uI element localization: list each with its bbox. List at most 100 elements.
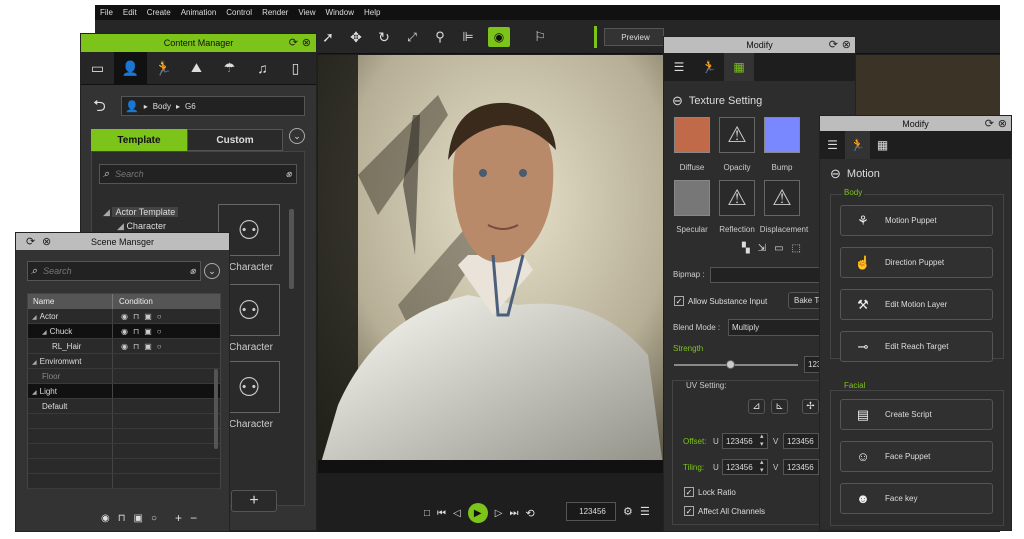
chevron-down-icon[interactable]: ⌄ (204, 263, 220, 279)
tab-template[interactable]: Template (91, 129, 187, 151)
cube-icon[interactable]: ▣ (134, 513, 143, 524)
lock-ratio-checkbox[interactable]: ✓ (684, 487, 694, 497)
back-icon[interactable]: ⮌ (93, 95, 106, 122)
breadcrumb-g6[interactable]: G6 (185, 102, 196, 111)
motion-icon[interactable]: 🏃 (147, 52, 180, 84)
scene-manager-titlebar[interactable]: ⟳ ⊗ Scene Mansger (16, 233, 229, 250)
load-icon[interactable]: ⇲ (758, 243, 766, 254)
restore-icon[interactable]: ⟳ (289, 36, 298, 49)
checker-icon[interactable]: ▦ (724, 53, 754, 81)
motion-icon[interactable]: 🏃 (845, 131, 870, 159)
play-icon[interactable]: ▶ (467, 503, 488, 523)
tree-root[interactable]: ◢ Actor Template (103, 207, 179, 218)
visibility-icon[interactable]: ◉ (488, 27, 510, 47)
affect-all-row[interactable]: ✓ Affect All Channels (684, 506, 765, 516)
texture-slot-bump[interactable] (764, 117, 800, 153)
lock-icon[interactable]: ⊓ (133, 309, 139, 323)
offset-v-input[interactable]: 123456 (783, 433, 819, 449)
motion-puppet-button[interactable]: ⚘ Motion Puppet (840, 205, 993, 236)
scene-row[interactable]: RL_Hair ◉ ⊓ ▣ ○ (28, 339, 220, 354)
blend-mode-select[interactable]: Multiply (728, 319, 828, 336)
sliders-icon[interactable]: ☰ (664, 53, 694, 81)
scene-row[interactable]: ◢ Chuck ◉ ⊓ ▣ ○ (28, 324, 220, 339)
affect-all-checkbox[interactable]: ✓ (684, 506, 694, 516)
snap-icon[interactable]: ⚲ (432, 29, 448, 45)
close-icon[interactable]: ⊗ (302, 36, 311, 49)
scene-row[interactable]: ◢ Light (28, 384, 220, 399)
remove-object-button[interactable]: − (190, 511, 197, 525)
uv-mirror-icon[interactable]: ⊾ (771, 399, 788, 414)
texture-slot-opacity[interactable]: ⚠ (719, 117, 755, 153)
visibility-icon[interactable]: ◉ (121, 309, 128, 323)
settings-icon[interactable]: ⚙ (623, 505, 633, 518)
add-object-button[interactable]: + (175, 511, 182, 525)
menu-control[interactable]: Control (226, 8, 252, 17)
cube-icon[interactable]: ▣ (144, 339, 152, 353)
visibility-icon[interactable]: ◉ (121, 339, 128, 353)
create-script-button[interactable]: ▤ Create Script (840, 399, 993, 430)
add-button[interactable]: + (231, 490, 277, 512)
menu-view[interactable]: View (298, 8, 315, 17)
cube-icon[interactable]: ▣ (144, 309, 152, 323)
folder-icon[interactable]: ▭ (81, 52, 114, 84)
eye-icon[interactable]: ◉ (101, 513, 110, 524)
cube-icon[interactable]: ▣ (144, 324, 152, 338)
restore-icon[interactable]: ⟳ (829, 38, 838, 51)
stop-icon[interactable]: □ (424, 508, 430, 519)
clear-search-icon[interactable]: ⊗ (285, 170, 292, 179)
texture-slot-specular[interactable] (674, 180, 710, 216)
book-icon[interactable]: ▯ (279, 52, 312, 84)
restore-icon[interactable]: ⟳ (985, 117, 994, 130)
prop-icon[interactable]: ☂ (213, 52, 246, 84)
menu-edit[interactable]: Edit (123, 8, 137, 17)
menu-help[interactable]: Help (364, 8, 380, 17)
menu-create[interactable]: Create (147, 8, 171, 17)
rotate-icon[interactable]: ↻ (376, 29, 392, 46)
menu-window[interactable]: Window (326, 8, 354, 17)
edit-icon[interactable]: ⬚ (792, 243, 801, 254)
face-puppet-button[interactable]: ☺ Face Puppet (840, 441, 993, 472)
lock-icon[interactable]: ⊓ (133, 324, 139, 338)
select-icon[interactable]: ➚ (320, 29, 336, 46)
motion-header[interactable]: ⊖ Motion (830, 166, 880, 182)
scene-search-input[interactable]: ⌕ Search ⊗ (27, 261, 201, 281)
sliders-icon[interactable]: ☰ (820, 131, 845, 159)
sphere-icon[interactable]: ○ (157, 339, 162, 353)
menu-animation[interactable]: Animation (181, 8, 217, 17)
menu-file[interactable]: File (100, 8, 113, 17)
music-icon[interactable]: ♫ (246, 52, 279, 84)
actor-icon[interactable]: 👤 (114, 52, 147, 84)
expand-icon[interactable]: ◢ (42, 330, 47, 336)
stage-icon[interactable]: ⛰ (180, 52, 213, 84)
allow-substance-row[interactable]: ✓ Allow Substance Input (674, 296, 767, 306)
align-icon[interactable]: ⊫ (460, 29, 476, 45)
sphere-icon[interactable]: ○ (151, 513, 157, 524)
edit-motion-layer-button[interactable]: ⚒ Edit Motion Layer (840, 289, 993, 320)
expand-icon[interactable]: ◢ (32, 390, 37, 396)
next-frame-icon[interactable]: ▷ (495, 508, 503, 519)
folder-icon[interactable]: ▭ (774, 243, 783, 254)
frame-input[interactable]: 123456 (566, 502, 616, 521)
scale-icon[interactable]: ⤢ (404, 30, 420, 45)
texture-setting-header[interactable]: ⊖ Texture Setting (672, 93, 762, 109)
tree-child[interactable]: ◢ Character (117, 221, 166, 232)
allow-substance-checkbox[interactable]: ✓ (674, 296, 684, 306)
sphere-icon[interactable]: ○ (157, 324, 162, 338)
lock-ratio-row[interactable]: ✓ Lock Ratio (684, 487, 736, 497)
motion-icon[interactable]: 🏃 (694, 53, 724, 81)
channel-icon[interactable]: ▚ (742, 243, 750, 254)
viewport[interactable] (318, 55, 664, 473)
modify-texture-titlebar[interactable]: Modify ⟳ ⊗ (664, 37, 855, 53)
breadcrumb-body[interactable]: Body (153, 102, 171, 111)
close-icon[interactable]: ⊗ (42, 235, 51, 248)
menu-render[interactable]: Render (262, 8, 288, 17)
timeline-icon[interactable]: ☰ (640, 505, 650, 518)
col-name[interactable]: Name (28, 294, 113, 309)
chevron-down-icon[interactable]: ⌄ (289, 128, 305, 144)
close-icon[interactable]: ⊗ (998, 117, 1007, 130)
visibility-icon[interactable]: ◉ (121, 324, 128, 338)
clear-search-icon[interactable]: ⊗ (189, 267, 196, 276)
checker-icon[interactable]: ▦ (870, 131, 895, 159)
edit-reach-target-button[interactable]: ⊸ Edit Reach Target (840, 331, 993, 362)
strength-slider-knob[interactable] (725, 360, 735, 369)
